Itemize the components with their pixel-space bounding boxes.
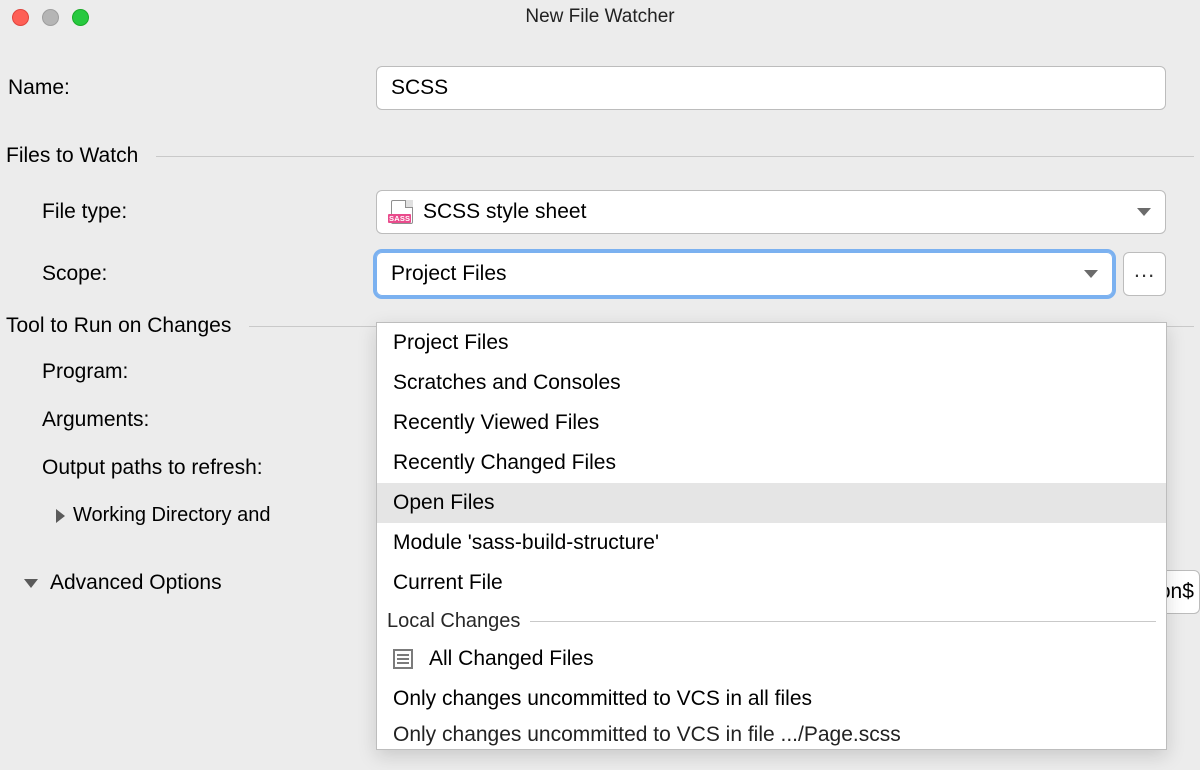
file-type-value: SCSS style sheet <box>423 200 586 224</box>
file-type-label: File type: <box>6 200 376 224</box>
scope-separator-local-changes: Local Changes <box>377 603 1166 639</box>
output-paths-label: Output paths to refresh: <box>6 456 376 480</box>
window-controls <box>12 9 89 26</box>
list-icon <box>393 649 413 669</box>
scope-option-recently-changed[interactable]: Recently Changed Files <box>377 443 1166 483</box>
scope-option-module[interactable]: Module 'sass-build-structure' <box>377 523 1166 563</box>
name-input[interactable] <box>376 66 1166 110</box>
chevron-down-icon <box>1084 270 1098 278</box>
divider <box>156 156 1194 157</box>
triangle-down-icon <box>24 579 38 588</box>
scope-dropdown: Project Files Scratches and Consoles Rec… <box>376 322 1167 750</box>
close-window-button[interactable] <box>12 9 29 26</box>
triangle-right-icon <box>56 509 65 523</box>
arguments-label: Arguments: <box>6 408 376 432</box>
scope-value: Project Files <box>391 262 507 286</box>
file-type-select[interactable]: SASS SCSS style sheet <box>376 190 1166 234</box>
scope-option-open-files[interactable]: Open Files <box>377 483 1166 523</box>
window-title: New File Watcher <box>525 6 674 28</box>
section-tool-to-run-label: Tool to Run on Changes <box>6 314 231 338</box>
scope-select[interactable]: Project Files <box>376 252 1113 296</box>
maximize-window-button[interactable] <box>72 9 89 26</box>
scope-option-all-changed-files[interactable]: All Changed Files <box>377 639 1166 679</box>
chevron-down-icon <box>1137 208 1151 216</box>
name-label: Name: <box>6 76 376 100</box>
section-files-to-watch-label: Files to Watch <box>6 144 138 168</box>
working-directory-disclosure[interactable]: Working Directory and <box>6 504 270 527</box>
advanced-options-label: Advanced Options <box>50 571 222 595</box>
scope-option-project-files[interactable]: Project Files <box>377 323 1166 363</box>
scope-label: Scope: <box>6 262 376 286</box>
minimize-window-button[interactable] <box>42 9 59 26</box>
scope-option-recently-viewed[interactable]: Recently Viewed Files <box>377 403 1166 443</box>
scope-option-current-file[interactable]: Current File <box>377 563 1166 603</box>
program-label: Program: <box>6 360 376 384</box>
scope-option-uncommitted-all[interactable]: Only changes uncommitted to VCS in all f… <box>377 679 1166 719</box>
scope-option-uncommitted-file[interactable]: Only changes uncommitted to VCS in file … <box>377 719 1166 749</box>
scope-browse-button[interactable]: ... <box>1123 252 1166 296</box>
section-files-to-watch: Files to Watch <box>6 144 1194 168</box>
sass-file-icon: SASS <box>391 200 413 224</box>
titlebar: New File Watcher <box>0 0 1200 34</box>
scope-option-scratches[interactable]: Scratches and Consoles <box>377 363 1166 403</box>
working-directory-label: Working Directory and <box>73 504 270 527</box>
